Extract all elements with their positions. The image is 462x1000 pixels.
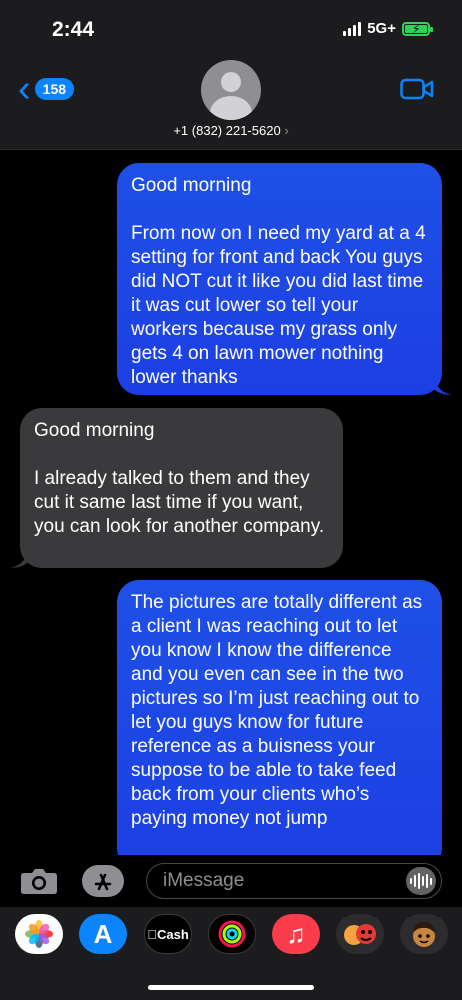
apple-cash-icon:  — [147, 927, 157, 942]
imessage-app-tray: A Cash ♫ — [0, 907, 462, 1000]
music-icon: ♫ — [286, 918, 306, 949]
status-indicators: 5G+ ⚡ — [343, 20, 433, 37]
facetime-video-icon[interactable] — [400, 78, 434, 100]
app-store-drawer-button[interactable] — [82, 865, 124, 897]
compose-bar: iMessage — [0, 855, 462, 907]
photos-app-icon[interactable] — [15, 914, 63, 954]
status-time: 2:44 — [52, 18, 95, 41]
memoji-stickers-app-icon[interactable] — [336, 914, 384, 954]
cellular-signal-icon — [343, 21, 362, 36]
home-indicator[interactable] — [148, 985, 314, 990]
apple-cash-label: Cash — [152, 926, 189, 942]
contact-avatar[interactable] — [201, 60, 261, 120]
chevron-left-icon: ‹ — [18, 68, 31, 110]
apple-cash-app-icon[interactable]: Cash — [144, 914, 192, 954]
music-app-icon[interactable]: ♫ — [272, 914, 320, 954]
unread-count-badge: 158 — [34, 78, 75, 100]
message-input[interactable]: iMessage — [146, 863, 442, 899]
app-store-icon: A — [93, 918, 113, 949]
photos-icon — [25, 920, 53, 948]
battery-charging-icon: ⚡ — [402, 21, 433, 36]
contact-name-button[interactable]: +1 (832) 221-5620 › — [0, 123, 462, 138]
back-button[interactable]: ‹ 158 — [18, 68, 75, 110]
received-message-bubble[interactable]: Good morning I already talked to them an… — [20, 408, 343, 568]
memoji-icon — [413, 921, 435, 947]
fitness-app-icon[interactable] — [208, 914, 256, 954]
audio-message-icon[interactable] — [406, 867, 436, 895]
sent-message-bubble[interactable]: The pictures are totally different as a … — [117, 580, 442, 855]
network-type: 5G+ — [367, 20, 396, 37]
bubble-tail — [434, 377, 452, 395]
camera-icon[interactable] — [20, 867, 58, 895]
sent-message-bubble[interactable]: Good morning From now on I need my yard … — [117, 163, 442, 395]
app-store-icon — [94, 873, 112, 891]
memoji-app-icon[interactable] — [400, 914, 448, 954]
message-thread[interactable]: Good morning From now on I need my yard … — [0, 150, 462, 855]
memoji-stickers-icon — [344, 924, 376, 945]
chevron-right-icon: › — [284, 123, 289, 138]
conversation-header: 2:44 5G+ ⚡ ‹ 158 +1 (832) 221-5620 › — [0, 0, 462, 150]
app-store-app-icon[interactable]: A — [79, 914, 127, 954]
fitness-icon — [218, 920, 246, 948]
bubble-tail — [10, 550, 28, 568]
contact-name: +1 (832) 221-5620 — [173, 123, 281, 138]
